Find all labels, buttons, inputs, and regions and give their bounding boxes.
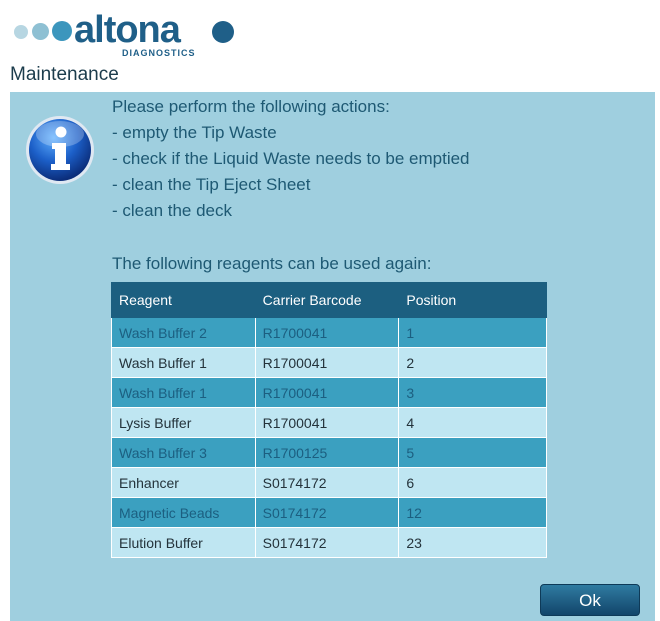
column-header-reagent: Reagent	[111, 282, 256, 318]
table-header-row: Reagent Carrier Barcode Position	[111, 282, 547, 318]
reagents-table: Reagent Carrier Barcode Position Wash Bu…	[111, 282, 547, 558]
reagent-cell: Enhancer	[111, 467, 256, 498]
column-header-carrier-barcode: Carrier Barcode	[254, 282, 400, 318]
instructions: Please perform the following actions: - …	[112, 94, 470, 224]
action-item: - clean the Tip Eject Sheet	[112, 175, 311, 194]
position-cell: 2	[398, 347, 547, 378]
barcode-cell: R1700041	[254, 407, 400, 438]
info-icon	[26, 116, 94, 184]
reagent-cell: Elution Buffer	[111, 527, 256, 558]
column-header-position: Position	[398, 282, 547, 318]
altona-logo: altona DIAGNOSTICS	[14, 8, 274, 60]
barcode-cell: R1700041	[254, 317, 400, 348]
table-row[interactable]: Elution Buffer S0174172 23	[111, 527, 547, 558]
reagent-cell: Magnetic Beads	[111, 497, 256, 528]
reagent-cell: Wash Buffer 3	[111, 437, 256, 468]
barcode-cell: S0174172	[254, 467, 400, 498]
position-cell: 4	[398, 407, 547, 438]
maintenance-dialog: altona DIAGNOSTICS Maintenance Please pe…	[0, 0, 660, 621]
barcode-cell: R1700041	[254, 377, 400, 408]
reagent-cell: Wash Buffer 1	[111, 377, 256, 408]
position-cell: 1	[398, 317, 547, 348]
reagents-label: The following reagents can be used again…	[112, 254, 432, 273]
table-row[interactable]: Wash Buffer 1 R1700041 2	[111, 347, 547, 378]
dialog-content: Please perform the following actions: - …	[10, 92, 655, 621]
logo-subtext: DIAGNOSTICS	[122, 48, 196, 58]
table-row[interactable]: Wash Buffer 3 R1700125 5	[111, 437, 547, 468]
position-cell: 5	[398, 437, 547, 468]
table-row[interactable]: Wash Buffer 2 R1700041 1	[111, 317, 547, 348]
header: altona DIAGNOSTICS Maintenance	[0, 0, 660, 92]
table-row[interactable]: Lysis Buffer R1700041 4	[111, 407, 547, 438]
table-row[interactable]: Enhancer S0174172 6	[111, 467, 547, 498]
barcode-cell: R1700125	[254, 437, 400, 468]
barcode-cell: R1700041	[254, 347, 400, 378]
action-item: - clean the deck	[112, 201, 233, 220]
reagent-cell: Wash Buffer 2	[111, 317, 256, 348]
barcode-cell: S0174172	[254, 497, 400, 528]
ok-button[interactable]: Ok	[540, 584, 640, 616]
position-cell: 23	[398, 527, 547, 558]
instructions-heading: Please perform the following actions:	[112, 97, 390, 116]
action-item: - empty the Tip Waste	[112, 123, 277, 142]
table-row[interactable]: Wash Buffer 1 R1700041 3	[111, 377, 547, 408]
action-item: - check if the Liquid Waste needs to be …	[112, 149, 470, 168]
position-cell: 12	[398, 497, 547, 528]
reagent-cell: Wash Buffer 1	[111, 347, 256, 378]
window-title: Maintenance	[10, 64, 119, 85]
table-row[interactable]: Magnetic Beads S0174172 12	[111, 497, 547, 528]
position-cell: 6	[398, 467, 547, 498]
barcode-cell: S0174172	[254, 527, 400, 558]
reagent-cell: Lysis Buffer	[111, 407, 256, 438]
logo-wordmark: altona	[74, 9, 181, 51]
position-cell: 3	[398, 377, 547, 408]
